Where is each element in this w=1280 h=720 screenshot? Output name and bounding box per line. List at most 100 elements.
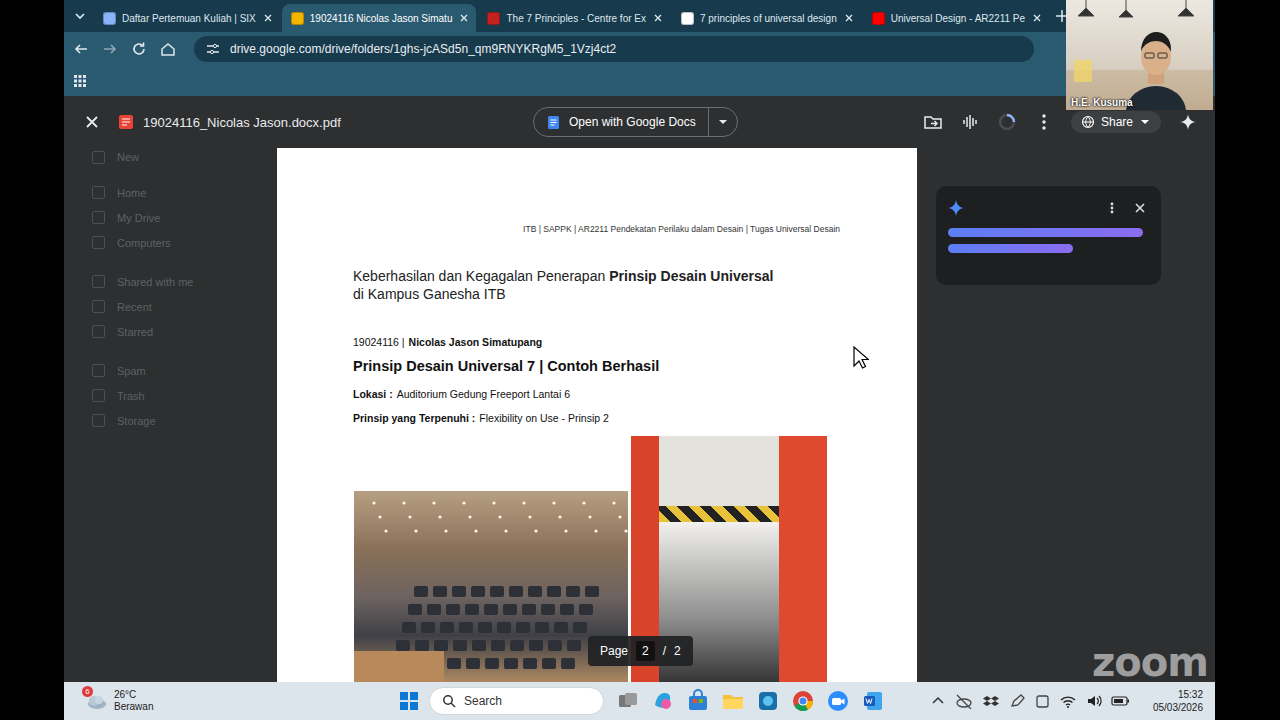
browser-tab[interactable]: Universal Design - AR2211 Pe (863, 4, 1049, 32)
close-tab-icon[interactable] (1031, 12, 1043, 24)
title-line-2: di Kampus Ganesha ITB (353, 285, 840, 303)
clock[interactable]: 15:3205/03/2026 (1153, 688, 1203, 714)
tab-label: 19024116 Nicolas Jason Simatu (310, 13, 453, 24)
sidebar-item[interactable]: Home (92, 180, 277, 205)
volume-icon[interactable] (1086, 693, 1102, 709)
task-view-icon[interactable] (616, 689, 640, 713)
pdf-file-icon (118, 114, 134, 130)
apps-grid-icon[interactable] (74, 75, 86, 87)
close-tab-icon[interactable] (843, 12, 855, 24)
copilot-icon[interactable] (651, 689, 675, 713)
pen-icon[interactable] (1009, 693, 1025, 709)
document-field: Prinsip yang Terpenuhi :Flexibility on U… (353, 411, 840, 425)
battery-icon[interactable] (1111, 693, 1130, 709)
onedrive-icon[interactable] (955, 693, 973, 709)
close-tab-icon[interactable] (458, 12, 470, 24)
word-icon[interactable] (861, 689, 885, 713)
sidebar-item[interactable]: Recent (92, 294, 277, 319)
close-tab-icon[interactable] (652, 12, 664, 24)
back-icon[interactable] (72, 40, 90, 58)
student-name: Nicolas Jason Simatupang (409, 335, 543, 349)
document-header: ITB | SAPPK | AR2211 Pendekatan Perilaku… (353, 223, 840, 235)
start-icon[interactable] (399, 691, 419, 711)
loading-spinner-icon (997, 112, 1017, 132)
screen-border (1215, 0, 1280, 720)
student-id: 19024116 | (353, 335, 405, 349)
sidebar-item[interactable]: Shared with me (92, 269, 277, 294)
gemini-icon[interactable] (1178, 112, 1198, 132)
popup-close-icon[interactable] (1133, 201, 1147, 215)
loading-bar (948, 244, 1073, 253)
sidebar-item-icon (92, 211, 105, 224)
browser-tab[interactable]: The 7 Principles - Centre for Ex (478, 4, 670, 32)
document-page: ITB | SAPPK | AR2211 Pendekatan Perilaku… (277, 148, 917, 682)
sidebar-item[interactable]: Starred (92, 319, 277, 344)
tab-search-icon[interactable] (72, 8, 88, 24)
sidebar-item[interactable]: New (92, 148, 277, 166)
toolbar: drive.google.com/drive/folders/1ghs-jcAS… (64, 32, 1215, 66)
globe-icon (1081, 115, 1095, 129)
sidebar-item-icon (92, 300, 105, 313)
notes-icon[interactable] (1034, 693, 1050, 709)
share-caret-icon[interactable] (1139, 116, 1151, 128)
shared-screen: Daftar Pertemuan Kuliah | SIX 19024116 Ni… (0, 0, 1280, 720)
show-hidden-icon[interactable] (930, 693, 946, 709)
taskbar-search[interactable]: Search (429, 687, 604, 715)
current-page[interactable]: 2 (636, 641, 655, 661)
browser-window: Daftar Pertemuan Kuliah | SIX 19024116 Ni… (64, 0, 1215, 682)
loading-bar (948, 228, 1143, 237)
site-info-icon[interactable] (206, 42, 220, 56)
weather-widget[interactable]: 626°CBerawan (84, 689, 399, 713)
sidebar-group: Shared with me RecentStarred (92, 269, 277, 344)
favicon-icon (681, 12, 694, 25)
temperature: 26°C (114, 689, 153, 701)
file-explorer-icon[interactable] (721, 689, 745, 713)
more-options-icon[interactable] (1034, 112, 1054, 132)
popup-menu-icon[interactable] (1105, 201, 1119, 215)
field-value: Flexibility on Use - Prinsip 2 (479, 411, 609, 425)
browser-tab[interactable]: 7 principles of universal design (672, 4, 861, 32)
page-label: Page (600, 644, 628, 658)
dropbox-icon[interactable] (982, 693, 1000, 709)
close-tab-icon[interactable] (262, 12, 274, 24)
browser-tab[interactable]: 19024116 Nicolas Jason Simatu (282, 4, 477, 32)
store-icon[interactable] (686, 689, 710, 713)
sidebar-item-icon (92, 151, 105, 164)
desktop: Daftar Pertemuan Kuliah | SIX 19024116 Ni… (64, 0, 1215, 720)
field-value: Auditorium Gedung Freeport Lantai 6 (397, 387, 570, 401)
student-line: 19024116 | Nicolas Jason Simatupang (353, 335, 840, 349)
audio-summary-icon[interactable] (960, 112, 980, 132)
total-pages: 2 (674, 644, 681, 658)
sidebar-item[interactable]: Trash (92, 383, 277, 408)
tab-label: Daftar Pertemuan Kuliah | SIX (122, 13, 256, 24)
tab-label: The 7 Principles - Centre for Ex (506, 13, 646, 24)
home-icon[interactable] (159, 40, 177, 58)
chrome-icon[interactable] (791, 689, 815, 713)
sidebar-item-icon (92, 325, 105, 338)
sidebar-item[interactable]: Storage (92, 408, 277, 433)
forward-icon[interactable] (101, 40, 119, 58)
wifi-icon[interactable] (1059, 693, 1077, 709)
bookmarks-bar (64, 66, 1215, 96)
field-label: Lokasi : (353, 387, 393, 401)
sidebar-group: SpamTrashStorage (92, 358, 277, 433)
open-with-docs-button[interactable]: Open with Google Docs (533, 107, 738, 137)
sidebar-item-icon (92, 389, 105, 402)
dropdown-caret-icon[interactable] (717, 116, 729, 128)
close-viewer-icon[interactable] (84, 114, 100, 130)
favicon-icon (487, 12, 500, 25)
sidebar-item[interactable]: My Drive (92, 205, 277, 230)
browser-tab[interactable]: Daftar Pertemuan Kuliah | SIX (94, 4, 280, 32)
sidebar-label: Shared with me (117, 276, 193, 288)
zoom-icon[interactable] (826, 689, 850, 713)
zoom-watermark: zoom (1092, 640, 1208, 684)
reload-icon[interactable] (130, 40, 148, 58)
remote-app-icon[interactable] (756, 689, 780, 713)
share-button[interactable]: Share (1071, 111, 1161, 133)
move-to-folder-icon[interactable] (923, 112, 943, 132)
mouse-cursor-icon (853, 346, 869, 374)
address-bar[interactable]: drive.google.com/drive/folders/1ghs-jcAS… (194, 36, 1034, 62)
sidebar-item[interactable]: Computers (92, 230, 277, 255)
pinned-apps (616, 689, 885, 713)
sidebar-item[interactable]: Spam (92, 358, 277, 383)
